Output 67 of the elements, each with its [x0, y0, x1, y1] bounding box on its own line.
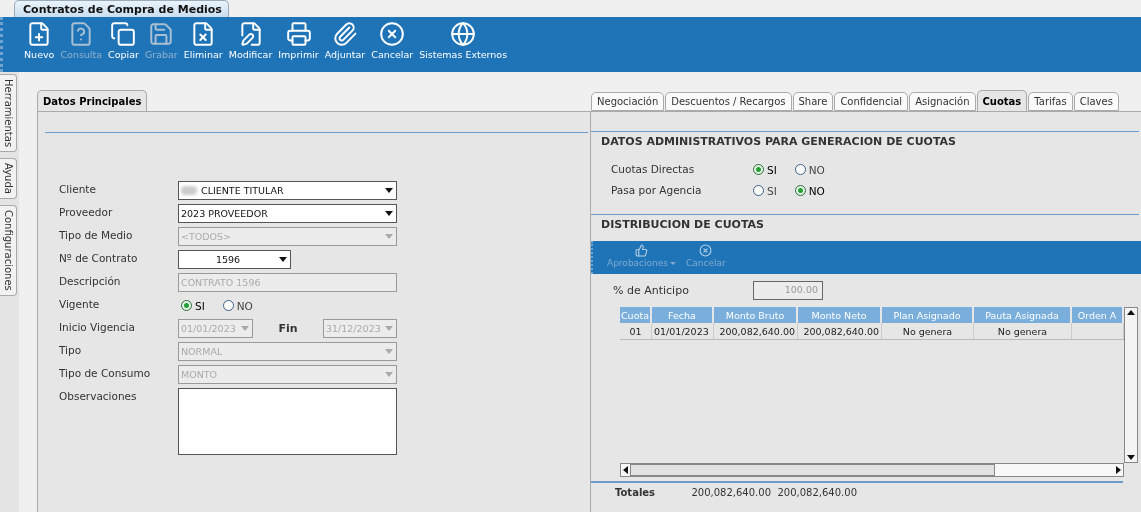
field-label: Cuotas Directas — [611, 162, 696, 177]
window-tab[interactable]: Contratos de Compra de Medios — [14, 0, 229, 17]
dropdown-field[interactable]: CLIENTE TITULAR — [178, 181, 397, 200]
section-title: DATOS ADMINISTRATIVOS PARA GENERACION DE CUOTAS — [600, 134, 958, 148]
toolbar-button[interactable]: Modificar — [225, 21, 276, 60]
printer-icon — [285, 21, 312, 47]
tab[interactable]: Claves — [1073, 92, 1119, 111]
radio-option[interactable]: SI — [753, 184, 777, 197]
toolbar-button[interactable]: Nuevo — [21, 21, 58, 60]
dropdown-field[interactable]: 2023 PROVEEDOR — [178, 204, 397, 223]
thumbs-up-icon — [635, 244, 648, 257]
totals-label: Totales — [615, 487, 657, 498]
globe-icon — [450, 21, 477, 47]
radio-option[interactable]: SI — [753, 163, 777, 176]
field-label: Observaciones — [59, 389, 138, 404]
side-tab[interactable]: Configuraciones — [0, 205, 17, 296]
table-cell: 01 — [620, 323, 652, 339]
field-label: % de Anticipo — [613, 284, 690, 297]
tab[interactable]: Descuentos / Recargos — [665, 92, 792, 111]
close-icon — [379, 21, 406, 47]
field-label: Cliente — [59, 182, 97, 197]
tab[interactable]: Share — [792, 92, 834, 111]
paperclip-icon — [332, 21, 358, 47]
field-label: Inicio Vigencia — [59, 320, 136, 335]
tab[interactable]: Tarifas — [1028, 92, 1073, 111]
field-label: Tipo de Medio — [59, 228, 134, 243]
tab[interactable]: Datos Principales — [37, 90, 148, 111]
table-cell: No genera — [882, 323, 974, 339]
tab[interactable]: Cuotas — [976, 90, 1028, 111]
cancel-button[interactable]: Cancelar — [368, 21, 417, 60]
table-cell: 200,082,640.00 — [798, 323, 882, 339]
side-tab[interactable]: Ayuda — [0, 158, 17, 200]
side-tab[interactable]: Herramientas — [0, 74, 17, 153]
field-label: Proveedor — [59, 205, 114, 220]
tab[interactable]: Negociación — [591, 92, 665, 111]
field-label: Nº de Contrato — [59, 251, 139, 266]
toolbar-button[interactable]: Adjuntar — [321, 21, 369, 60]
table-cell: No genera — [974, 323, 1072, 339]
total-value: 200,082,640.00 — [776, 487, 857, 498]
toolbar-button[interactable]: Copiar — [105, 21, 142, 60]
dropdown-field[interactable]: 1596 — [178, 250, 291, 269]
radio-option[interactable]: NO — [794, 163, 825, 176]
toolbar-button[interactable]: Sistemas Externos — [416, 21, 511, 60]
total-value: 200,082,640.00 — [690, 487, 771, 498]
field-label: Pasa por Agencia — [611, 183, 703, 198]
horizontal-scrollbar[interactable] — [620, 463, 1124, 477]
radio-option[interactable]: NO — [794, 184, 825, 197]
input-field[interactable]: 100.00 — [753, 281, 823, 300]
field-label: Vigente — [59, 297, 101, 312]
radio-option[interactable]: SI — [181, 299, 205, 312]
close-icon — [699, 244, 713, 257]
table-cell: 200,082,640.00 — [714, 323, 798, 339]
radio-option[interactable]: NO — [222, 299, 253, 312]
section-title: DISTRIBUCION DE CUOTAS — [600, 217, 765, 231]
save-icon — [148, 21, 175, 47]
field-label: Tipo de Consumo — [59, 366, 152, 381]
field-label: Descripción — [59, 274, 122, 289]
copy-icon — [110, 21, 137, 47]
tab[interactable]: Confidencial — [834, 92, 909, 111]
toolbar-button[interactable]: Eliminar — [180, 21, 226, 60]
field-label: Fin — [277, 322, 299, 335]
table-cell: 01/01/2023 — [652, 323, 714, 339]
tab[interactable]: Asignación — [909, 92, 976, 111]
text-area[interactable] — [178, 388, 397, 455]
field-label: Tipo — [59, 343, 83, 358]
vertical-scrollbar[interactable] — [1124, 307, 1138, 463]
toolbar-button[interactable]: Imprimir — [275, 21, 322, 60]
